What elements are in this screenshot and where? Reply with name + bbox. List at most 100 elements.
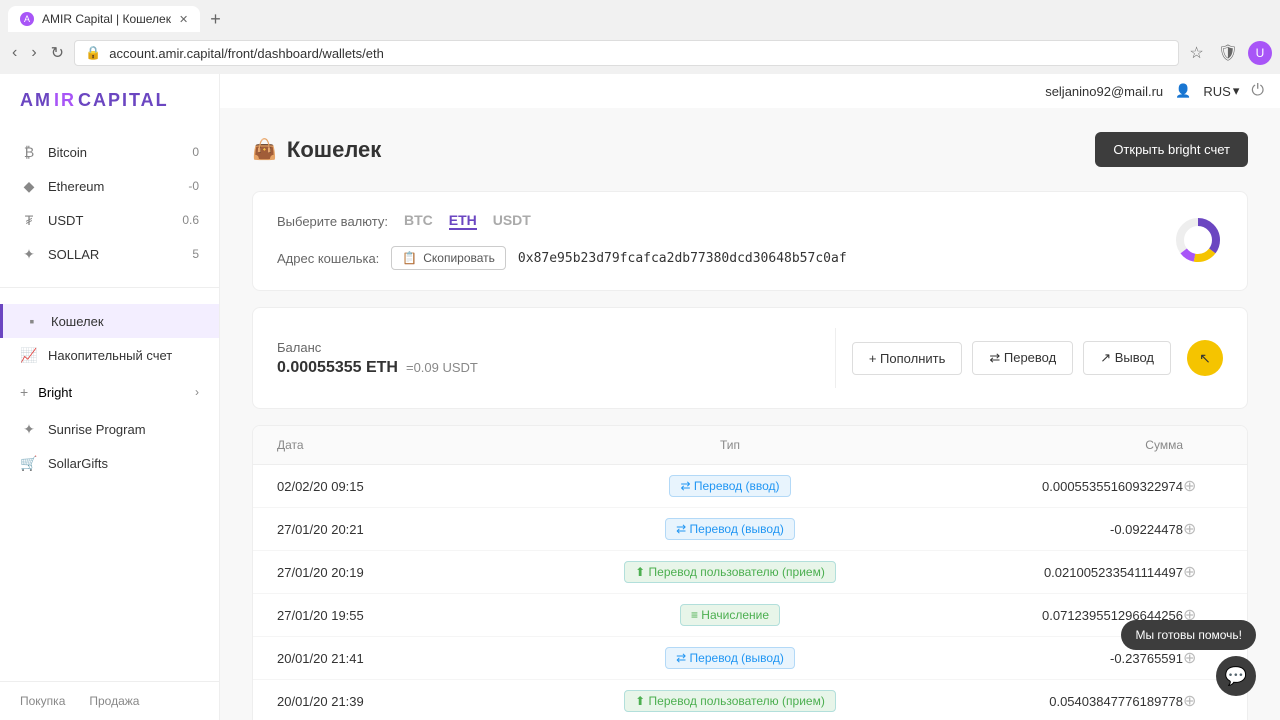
table-row: 20/01/20 21:39 ⬆ Перевод пользователю (п… xyxy=(253,680,1247,720)
sidebar-item-sollar-gifts[interactable]: 🛒 SollarGifts xyxy=(0,446,219,480)
sollar-gifts-left: 🛒 SollarGifts xyxy=(20,454,108,472)
ethereum-icon: ◆ xyxy=(20,177,38,195)
page-title-text: Кошелек xyxy=(287,137,381,163)
bitcoin-left: ₿ Bitcoin xyxy=(20,143,87,161)
open-bright-btn[interactable]: Открыть bright счет xyxy=(1095,132,1248,167)
row5-type-badge: ⬆ Перевод пользователю (прием) xyxy=(624,690,836,712)
chat-bubble: Мы готовы помочь! xyxy=(1121,620,1256,650)
row0-date: 02/02/20 09:15 xyxy=(277,479,477,494)
bookmark-btn[interactable]: ☆ xyxy=(1185,39,1207,67)
row0-type-badge: ⇄ Перевод (ввод) xyxy=(669,475,790,497)
topup-btn[interactable]: + Пополнить xyxy=(852,342,963,375)
cursor-icon: ↖ xyxy=(1199,350,1211,367)
sollar-gifts-label: SollarGifts xyxy=(48,456,108,471)
address-bar[interactable]: 🔒 account.amir.capital/front/dashboard/w… xyxy=(74,40,1179,66)
forward-btn[interactable]: › xyxy=(27,40,40,66)
usdt-left: ₮ USDT xyxy=(20,211,83,229)
shield-btn[interactable]: 🛡 xyxy=(1214,39,1242,67)
wallet-nav-icon: ▪ xyxy=(23,312,41,330)
wallet-balance-card: Баланс 0.00055355 ETH =0.09 USDT + Попол… xyxy=(252,307,1248,409)
row3-date: 27/01/20 19:55 xyxy=(277,608,477,623)
page-title-container: 👜 Кошелек xyxy=(252,137,381,163)
currency-label: Выберите валюту: xyxy=(277,214,388,229)
savings-icon: 📈 xyxy=(20,346,38,364)
balance-eth: 0.00055355 ETH xyxy=(277,359,398,377)
row3-type: ≡ Начисление xyxy=(477,604,983,626)
currency-list: ₿ Bitcoin 0 ◆ Ethereum -0 ₮ USDT xyxy=(0,127,219,279)
row4-date: 20/01/20 21:41 xyxy=(277,651,477,666)
logout-btn[interactable]: ⏻ xyxy=(1251,82,1264,100)
back-btn[interactable]: ‹ xyxy=(8,40,21,66)
usdt-label: USDT xyxy=(48,213,83,228)
table-header: Дата Тип Сумма xyxy=(253,426,1247,465)
sidebar-item-usdt[interactable]: ₮ USDT 0.6 xyxy=(0,203,219,237)
row0-action-icon[interactable]: ⊕ xyxy=(1183,476,1223,496)
row1-type-badge: ⇄ Перевод (вывод) xyxy=(665,518,795,540)
row4-type-badge: ⇄ Перевод (вывод) xyxy=(665,647,795,669)
currency-btc[interactable]: BTC xyxy=(404,212,433,230)
language-selector[interactable]: RUS ▾ xyxy=(1203,83,1239,99)
cursor-indicator: ↖ xyxy=(1187,340,1223,376)
new-tab-btn[interactable]: + xyxy=(204,7,227,32)
sidebar-item-wallet[interactable]: ▪ Кошелек xyxy=(0,304,219,338)
currency-row: Выберите валюту: BTC ETH USDT xyxy=(277,212,1173,230)
language-text: RUS xyxy=(1203,84,1230,99)
sollar-gifts-icon: 🛒 xyxy=(20,454,38,472)
user-btn[interactable]: U xyxy=(1248,41,1272,65)
row4-type: ⇄ Перевод (вывод) xyxy=(477,647,983,669)
row1-action-icon[interactable]: ⊕ xyxy=(1183,519,1223,539)
currency-options: BTC ETH USDT xyxy=(404,212,531,230)
bitcoin-badge: 0 xyxy=(192,145,199,159)
sidebar-item-savings[interactable]: 📈 Накопительный счет xyxy=(0,338,219,372)
row2-amount: 0.021005233541114497 xyxy=(983,565,1183,580)
row0-amount: 0.000553551609322974 xyxy=(983,479,1183,494)
copy-btn-text: Скопировать xyxy=(423,251,495,265)
logo: AM IR CAPITAL xyxy=(0,74,219,127)
sidebar-item-sunrise[interactable]: ✦ Sunrise Program xyxy=(0,412,219,446)
browser-tab[interactable]: A AMIR Capital | Кошелек ✕ xyxy=(8,6,200,32)
sidebar-item-bitcoin[interactable]: ₿ Bitcoin 0 xyxy=(0,135,219,169)
bitcoin-label: Bitcoin xyxy=(48,145,87,160)
balance-label: Баланс xyxy=(277,340,819,355)
user-icon: 👤 xyxy=(1175,83,1191,99)
sidebar: AM IR CAPITAL ₿ Bitcoin 0 ◆ Eth xyxy=(0,74,220,720)
copy-address-btn[interactable]: 📋 Скопировать xyxy=(391,246,506,270)
transfer-btn[interactable]: ⇄ Перевод xyxy=(972,341,1073,375)
chat-button[interactable]: 💬 xyxy=(1216,656,1256,696)
usdt-badge: 0.6 xyxy=(182,213,199,227)
logo-ir: IR xyxy=(54,90,76,111)
address-label: Адрес кошелька: xyxy=(277,251,379,266)
ethereum-left: ◆ Ethereum xyxy=(20,177,104,195)
currency-eth[interactable]: ETH xyxy=(449,212,477,230)
col-date: Дата xyxy=(277,438,477,452)
reload-btn[interactable]: ↻ xyxy=(47,39,68,67)
balance-row: Баланс 0.00055355 ETH =0.09 USDT + Попол… xyxy=(277,328,1223,388)
balance-info: Баланс 0.00055355 ETH =0.09 USDT xyxy=(277,340,819,377)
tab-close-btn[interactable]: ✕ xyxy=(179,13,188,26)
table-row: 20/01/20 21:41 ⇄ Перевод (вывод) -0.2376… xyxy=(253,637,1247,680)
app-body: AM IR CAPITAL ₿ Bitcoin 0 ◆ Eth xyxy=(0,74,1280,720)
wallet-address-row: Выберите валюту: BTC ETH USDT Адрес коше… xyxy=(277,212,1223,270)
sidebar-buy-btn[interactable]: Покупка xyxy=(20,694,65,708)
currency-usdt[interactable]: USDT xyxy=(493,212,531,230)
sidebar-sell-btn[interactable]: Продажа xyxy=(89,694,139,708)
row5-type: ⬆ Перевод пользователю (прием) xyxy=(477,690,983,712)
row1-date: 27/01/20 20:21 xyxy=(277,522,477,537)
sunrise-label: Sunrise Program xyxy=(48,422,146,437)
sollar-left: ✦ SOLLAR xyxy=(20,245,99,263)
logo-capital: CAPITAL xyxy=(78,90,169,111)
sunrise-left: ✦ Sunrise Program xyxy=(20,420,146,438)
withdraw-btn[interactable]: ↗ Вывод xyxy=(1083,341,1171,375)
table-row: 27/01/20 20:19 ⬆ Перевод пользователю (п… xyxy=(253,551,1247,594)
col-type: Тип xyxy=(477,438,983,452)
tab-title: AMIR Capital | Кошелек xyxy=(42,12,171,26)
chat-widget: Мы готовы помочь! 💬 xyxy=(1121,620,1256,696)
row2-action-icon[interactable]: ⊕ xyxy=(1183,562,1223,582)
donut-chart xyxy=(1173,215,1223,268)
sidebar-item-ethereum[interactable]: ◆ Ethereum -0 xyxy=(0,169,219,203)
sidebar-item-sollar[interactable]: ✦ SOLLAR 5 xyxy=(0,237,219,271)
col-amount: Сумма xyxy=(983,438,1183,452)
savings-left: 📈 Накопительный счет xyxy=(20,346,172,364)
top-header: seljanino92@mail.ru 👤 RUS ▾ ⏻ xyxy=(220,74,1280,108)
logo-text: AM xyxy=(20,90,52,111)
